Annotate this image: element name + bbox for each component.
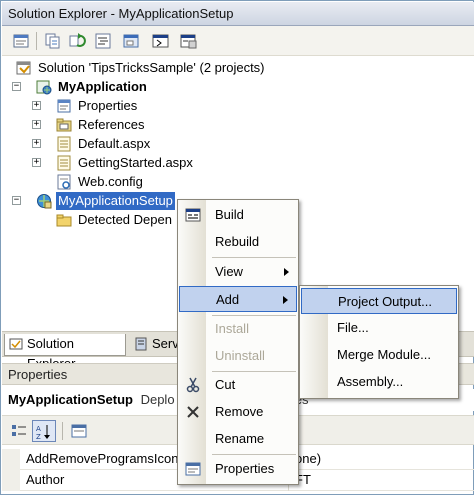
solution-explorer-window: Solution Explorer - MyApplicationSetup S…	[0, 0, 474, 495]
property-value[interactable]: one)	[288, 449, 474, 470]
submenu-item-merge-module[interactable]: Merge Module...	[301, 342, 457, 368]
config-file-icon	[57, 174, 71, 190]
categorized-icon[interactable]	[10, 422, 28, 440]
tab-server-explorer[interactable]: Serv	[130, 334, 180, 356]
tree-node-properties[interactable]: + Properties	[32, 97, 232, 115]
alphabetical-button[interactable]: AZ	[32, 420, 56, 442]
menu-item-cut[interactable]: Cut	[179, 372, 297, 398]
svg-text:A: A	[36, 425, 41, 433]
expand-icon[interactable]: +	[32, 158, 41, 167]
expand-icon[interactable]: +	[32, 120, 41, 129]
tree-node-default-aspx[interactable]: + Default.aspx	[32, 135, 232, 153]
menu-item-install[interactable]: Install	[179, 316, 297, 342]
tab-solution-explorer[interactable]: Solution Explorer	[4, 334, 126, 371]
project-label: MyApplication	[58, 79, 147, 94]
add-submenu: Project Output... File... Merge Module..…	[299, 285, 459, 399]
submenu-item-assembly[interactable]: Assembly...	[301, 369, 457, 395]
expand-icon[interactable]: +	[32, 139, 41, 148]
menu-item-add[interactable]: Add	[179, 286, 297, 312]
tree-item-label: References	[78, 117, 145, 132]
menu-item-remove[interactable]: Remove	[179, 399, 297, 425]
setup-project-label: MyApplicationSetup	[56, 192, 175, 210]
properties-icon	[185, 462, 201, 476]
properties-object-type: Deplo	[140, 392, 175, 407]
collapse-icon[interactable]: −	[12, 196, 21, 205]
scissors-icon	[186, 377, 200, 393]
properties-icon[interactable]	[12, 32, 30, 50]
tree-node-solution[interactable]: Solution 'TipsTricksSample' (2 projects)	[12, 59, 312, 77]
solution-explorer-toolbar	[2, 26, 474, 56]
references-folder-icon	[56, 118, 72, 132]
web-project-icon	[36, 80, 52, 95]
tree-node-web-config[interactable]: Web.config	[32, 173, 232, 191]
view-code-icon[interactable]	[94, 32, 112, 50]
submenu-item-file[interactable]: File...	[301, 315, 457, 341]
menu-item-uninstall[interactable]: Uninstall	[179, 343, 297, 369]
folder-icon	[56, 214, 72, 227]
tree-item-label: Web.config	[78, 174, 143, 189]
menu-item-properties[interactable]: Properties	[179, 456, 297, 482]
tree-node-project[interactable]: − MyApplication	[12, 78, 312, 96]
aspx-file-icon	[57, 155, 71, 171]
collapse-icon[interactable]: −	[12, 82, 21, 91]
menu-item-rebuild[interactable]: Rebuild	[179, 229, 297, 255]
property-name: Author	[26, 472, 65, 487]
properties-folder-icon	[57, 99, 71, 113]
view-designer-icon[interactable]	[122, 32, 140, 50]
property-value[interactable]: FT	[288, 470, 474, 491]
submenu-arrow-icon	[284, 268, 289, 276]
tree-item-label: Properties	[78, 98, 138, 113]
server-explorer-icon	[135, 337, 147, 351]
tree-node-gettingstarted-aspx[interactable]: + GettingStarted.aspx	[32, 154, 272, 172]
menu-item-view[interactable]: View	[179, 259, 297, 285]
properties-object-name: MyApplicationSetup	[8, 392, 133, 407]
property-pages-icon[interactable]	[70, 422, 88, 440]
solution-explorer-icon	[9, 338, 23, 350]
tree-item-label: Detected Depen	[78, 212, 172, 227]
setup-project-icon	[37, 194, 52, 209]
file-system-editor-icon[interactable]	[152, 32, 170, 50]
property-name: AddRemoveProgramsIcon	[26, 451, 179, 466]
tree-node-references[interactable]: + References	[32, 116, 232, 134]
menu-item-build[interactable]: Build	[179, 202, 297, 228]
build-icon	[185, 208, 201, 222]
show-all-files-icon[interactable]	[44, 32, 62, 50]
submenu-item-project-output[interactable]: Project Output...	[301, 288, 457, 314]
window-title: Solution Explorer - MyApplicationSetup	[2, 2, 474, 26]
expand-icon[interactable]: +	[32, 101, 41, 110]
alphabetical-icon: AZ	[36, 425, 50, 441]
svg-text:Z: Z	[36, 433, 41, 441]
tab-label: Serv	[152, 336, 179, 351]
solution-icon	[16, 61, 31, 75]
submenu-arrow-icon	[283, 296, 288, 304]
tree-item-label: GettingStarted.aspx	[78, 155, 193, 170]
context-menu: Build Rebuild View Add Install Uninstall…	[177, 199, 299, 485]
aspx-file-icon	[57, 136, 71, 152]
solution-label: Solution 'TipsTricksSample' (2 projects)	[38, 60, 265, 75]
menu-item-rename[interactable]: Rename	[179, 426, 297, 452]
tree-item-label: Default.aspx	[78, 136, 151, 151]
refresh-icon[interactable]	[68, 32, 86, 50]
remove-x-icon	[187, 406, 199, 418]
registry-editor-icon[interactable]	[180, 32, 198, 50]
